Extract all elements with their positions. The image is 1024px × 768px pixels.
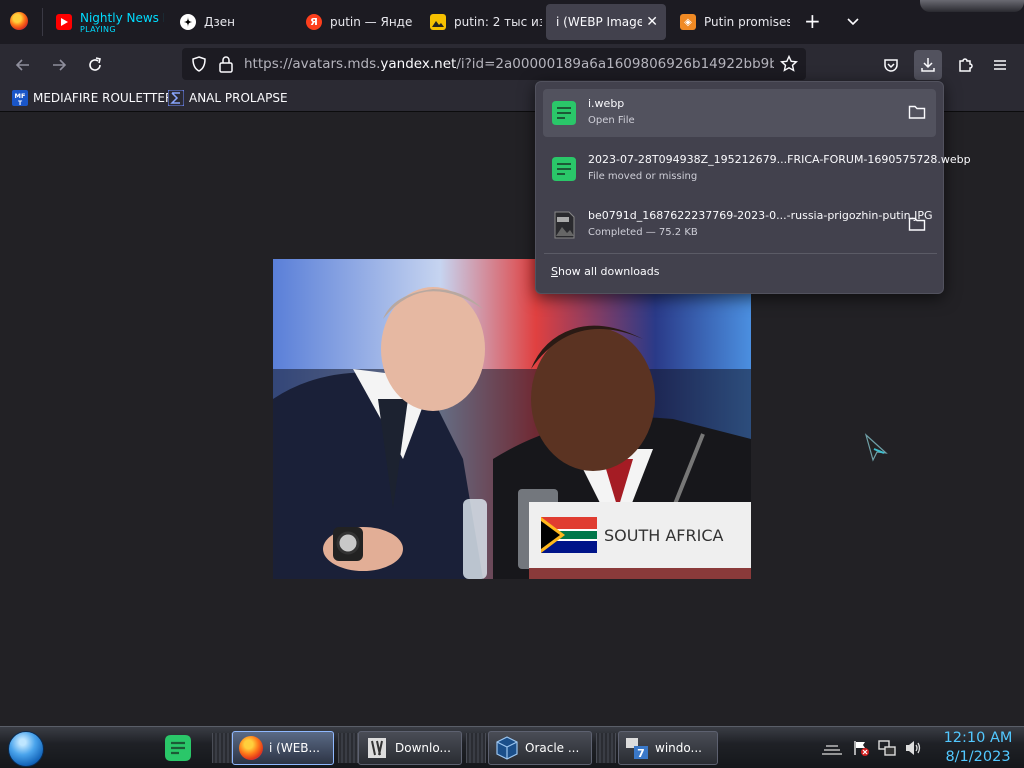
bookmark-star-icon[interactable]	[780, 55, 798, 73]
clock-time: 12:10 AM	[943, 730, 1013, 746]
app-menu-button[interactable]	[987, 52, 1013, 78]
webp-file-icon	[552, 101, 576, 125]
reload-button[interactable]	[82, 52, 108, 78]
hamburger-menu-icon	[994, 60, 1006, 70]
taskbar-separator	[466, 733, 486, 763]
download-item[interactable]: 2023-07-28T094938Z_195212679...FRICA-FOR…	[543, 145, 971, 193]
taskbar-virtualbox[interactable]: Oracle ...	[488, 731, 592, 765]
yandex-icon: Я	[306, 14, 322, 30]
download-filename: i.webp	[588, 97, 625, 110]
show-all-downloads-link[interactable]: Show all downloads	[551, 265, 659, 278]
taskbar-separator	[596, 733, 616, 763]
taskbar-downloads[interactable]: Downlo...	[358, 731, 462, 765]
url-text[interactable]: https://avatars.mds.yandex.net/i?id=2a00…	[244, 56, 774, 72]
taskbar-clock[interactable]: 12:10 AM 8/1/2023	[938, 729, 1018, 767]
windows-seven-icon: 7	[626, 738, 648, 760]
taskbar: i (WEB... Downlo... Oracle ... 7 windo..…	[0, 726, 1024, 768]
network-icon[interactable]	[878, 739, 896, 757]
puzzle-piece-icon	[959, 58, 973, 72]
download-status: File moved or missing	[588, 171, 698, 182]
tab-separator	[42, 8, 43, 36]
bookmark-label: ANAL PROLAPSE	[189, 91, 288, 105]
tab-putin-promises[interactable]: ◈ Putin promises	[670, 4, 790, 40]
sigma-bookmark-icon	[168, 90, 184, 106]
downloads-button[interactable]	[914, 50, 942, 80]
taskbar-firefox[interactable]: i (WEB...	[232, 731, 334, 765]
news-site-icon: ◈	[680, 14, 696, 30]
bookmark-label: MEDIAFIRE ROULETTER	[33, 91, 174, 105]
svg-text:MF: MF	[15, 92, 26, 100]
download-status: Open File	[588, 115, 635, 126]
tab-playing-label: PLAYING	[80, 24, 116, 34]
lock-icon[interactable]	[218, 55, 234, 73]
arrow-left-icon	[15, 59, 29, 71]
folder-icon[interactable]	[908, 104, 926, 120]
taskbar-separator	[212, 733, 232, 763]
download-item[interactable]: be0791d_1687622237769-2023-0...-russia-p…	[543, 201, 936, 249]
downloads-window-icon	[368, 738, 386, 758]
virtualbox-icon	[496, 736, 518, 760]
mediafire-icon: MF T	[12, 90, 28, 106]
webp-file-icon	[552, 157, 576, 181]
svg-text:7: 7	[637, 747, 645, 760]
keyboard-icon[interactable]	[820, 740, 844, 756]
url-bar[interactable]: https://avatars.mds.yandex.net/i?id=2a00…	[182, 48, 806, 80]
tab-yandex-images[interactable]: putin: 2 тыс изо	[420, 4, 542, 40]
pocket-icon	[884, 59, 898, 72]
tab-dzen[interactable]: Дзен	[170, 4, 290, 40]
photo-image: SOUTH AFRICA	[273, 259, 751, 579]
volume-icon[interactable]	[904, 739, 922, 757]
arrow-right-icon	[53, 59, 67, 71]
clock-date: 8/1/2023	[945, 749, 1011, 765]
tab-nightly-news[interactable]: Nightly News F PLAYING	[46, 4, 164, 40]
pocket-button[interactable]	[878, 52, 904, 78]
download-filename: 2023-07-28T094938Z_195212679...FRICA-FOR…	[588, 153, 971, 166]
taskbar-windows-7[interactable]: 7 windo...	[618, 731, 718, 765]
download-icon	[921, 58, 935, 72]
download-filename: be0791d_1687622237769-2023-0...-russia-p…	[588, 209, 933, 222]
tracking-protection-shield-icon[interactable]	[190, 55, 208, 73]
news-photo[interactable]: SOUTH AFRICA	[273, 259, 751, 579]
back-button[interactable]	[10, 52, 36, 78]
bookmark-anal-prolapse[interactable]: ANAL PROLAPSE	[168, 90, 288, 106]
forward-button[interactable]	[46, 52, 72, 78]
new-tab-button[interactable]: +	[804, 11, 821, 31]
firefox-menu-icon[interactable]	[10, 12, 28, 30]
list-all-tabs-icon[interactable]	[846, 14, 860, 28]
start-button[interactable]	[8, 731, 44, 767]
tab-yandex-search[interactable]: Я putin — Яндекс	[296, 4, 412, 40]
tab-title: Putin promises	[704, 15, 790, 29]
window-controls[interactable]	[920, 0, 1024, 12]
tab-strip: Nightly News F PLAYING Дзен Я putin — Ян…	[0, 0, 1024, 44]
tab-title: putin: 2 тыс изо	[454, 15, 542, 29]
youtube-icon	[56, 14, 72, 30]
download-status: Completed — 75.2 KB	[588, 227, 698, 238]
close-tab-icon[interactable]: ✕	[646, 14, 658, 30]
tab-title: Дзен	[204, 15, 235, 29]
tab-title: i (WEBP Image, 4	[556, 15, 642, 29]
reload-icon	[89, 57, 101, 71]
jpg-file-icon	[554, 211, 575, 239]
image-icon	[430, 14, 446, 30]
mouse-cursor-icon	[864, 433, 888, 462]
folder-icon[interactable]	[908, 216, 926, 232]
downloads-panel: i.webp Open File 2023-07-28T094938Z_1952…	[535, 81, 971, 294]
system-tray	[820, 735, 922, 761]
tab-title: Nightly News F	[80, 10, 164, 25]
tab-webp-image[interactable]: i (WEBP Image, 4 ✕	[546, 4, 666, 40]
bookmark-mediafire[interactable]: MF T MEDIAFIRE ROULETTER	[12, 90, 173, 106]
divider	[544, 253, 937, 254]
dzen-icon	[180, 14, 196, 30]
taskbar-separator	[338, 733, 358, 763]
navigation-toolbar: https://avatars.mds.yandex.net/i?id=2a00…	[0, 44, 1024, 84]
extensions-button[interactable]	[952, 52, 978, 78]
firefox-icon	[239, 736, 263, 760]
tab-title: putin — Яндекс	[330, 15, 412, 29]
placard-label: SOUTH AFRICA	[604, 526, 724, 545]
download-item[interactable]: i.webp Open File	[543, 89, 936, 137]
notes-app-icon[interactable]	[163, 733, 193, 763]
action-center-flag-icon[interactable]	[852, 739, 870, 757]
